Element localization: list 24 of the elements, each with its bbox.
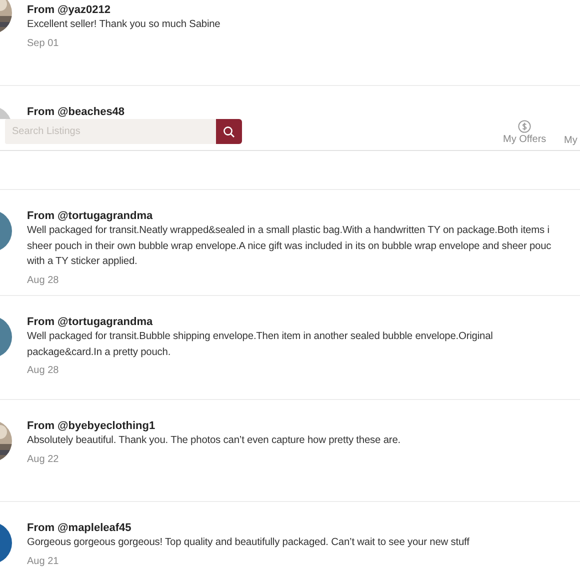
sender-name: From @byebyeclothing1 [27, 419, 156, 433]
sender-name: From @mapleleaf45 [27, 521, 132, 535]
sender-name: From @tortugagrandma [27, 209, 154, 223]
review-text: Absolutely beautiful. Thank you. The photos can’t even capture how pretty these are. [27, 434, 402, 448]
search-button[interactable] [216, 119, 242, 144]
review-text: package&card.In a pretty pouch. [27, 346, 172, 360]
review-text: Gorgeous gorgeous gorgeous! Top quality and beautifully packaged. Can’t wait to see your new stuff [27, 536, 470, 550]
search-icon [223, 126, 235, 138]
nav-tab[interactable]: My Offers [503, 120, 546, 146]
nav-tab[interactable]: My [564, 135, 578, 147]
review-text: Excellent seller! Thank you so much Sabine [27, 18, 222, 32]
review-date: Aug 22 [27, 452, 60, 466]
review-date: Aug 28 [27, 274, 60, 288]
review-text: Well packaged for transit.Neatly wrapped&sealed in a small plastic bag.With a handwritten TY on package.Both items i [27, 224, 550, 238]
sender-name: From @tortugagrandma [27, 315, 154, 329]
sender-name: From @beaches48 [27, 105, 126, 119]
sender-name: From @yaz0212 [27, 3, 112, 17]
dollar-icon [518, 120, 532, 133]
review-text: sheer pouch in their own bubble wrap envelope.A nice gift was included in its on bubble wrap envelope and sheer pouc [27, 240, 552, 254]
review-date: Aug 21 [27, 554, 60, 568]
review-date: Aug 28 [27, 364, 60, 378]
review-text: with a TY sticker applied. [27, 255, 138, 269]
review-date: Sep 01 [27, 36, 60, 50]
review-text: Well packaged for transit.Bubble shipping envelope.Then item in another sealed bubble envelope.Original [27, 330, 494, 344]
